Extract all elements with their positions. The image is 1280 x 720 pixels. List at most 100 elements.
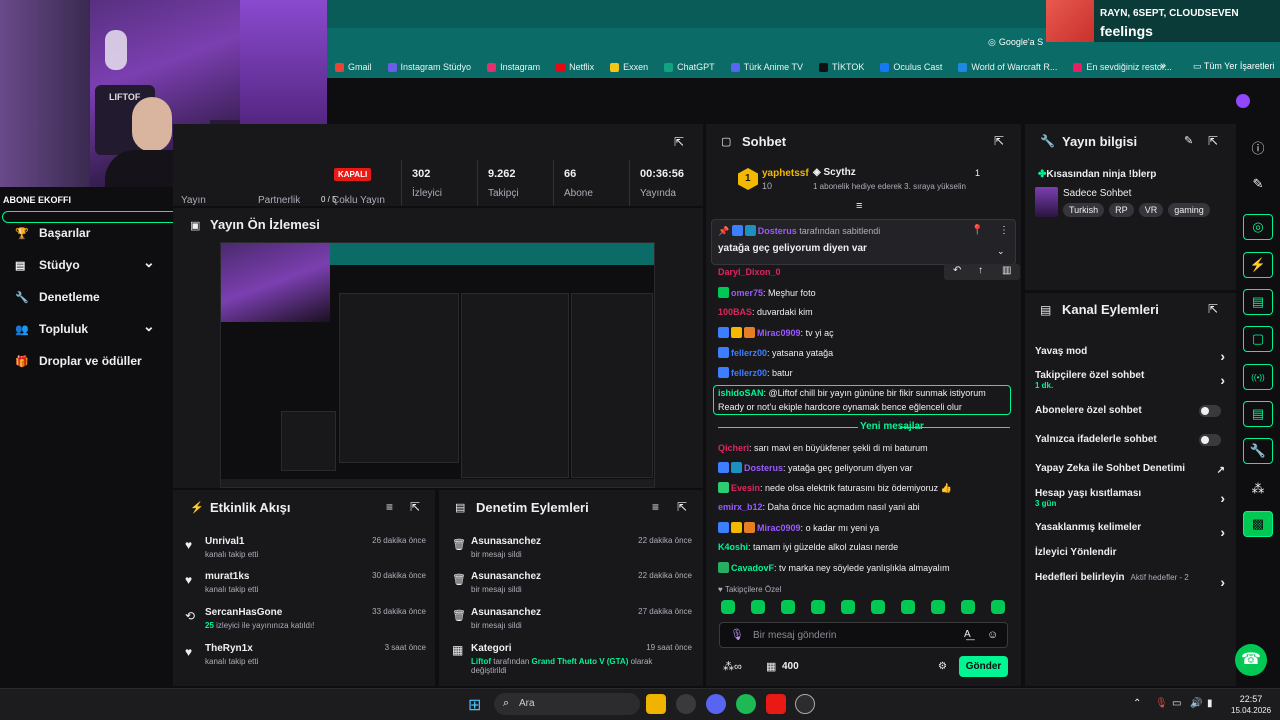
nav-item-1[interactable]: ▤ Stüdyo ⌄ <box>15 254 165 272</box>
emote-icon[interactable] <box>841 600 855 614</box>
emote-icon[interactable] <box>811 600 825 614</box>
chat-message[interactable]: Evesin: nede olsa elektrik faturasını bi… <box>718 482 952 494</box>
tag[interactable]: gaming <box>1168 203 1210 217</box>
taskbar-search[interactable] <box>494 693 640 715</box>
chat-message[interactable]: Mirac0909: tv yi aç <box>718 327 834 338</box>
translate-icon[interactable]: A͟ <box>964 629 971 640</box>
send-button[interactable]: Gönder <box>959 656 1008 677</box>
undo-icon[interactable]: ↶ <box>953 265 961 276</box>
chat-message[interactable]: omer75: Meşhur foto <box>718 287 816 298</box>
emote-icon[interactable] <box>931 600 945 614</box>
filter-icon[interactable]: ≡ <box>386 500 393 514</box>
volume-icon[interactable]: 🔊 <box>1190 698 1202 709</box>
tag[interactable]: VR <box>1138 203 1164 217</box>
moderation-item[interactable]: 🗑 Asunasanchez bir mesajı sildi 22 dakika ö… <box>452 571 692 594</box>
nav-item-4[interactable]: 🎁 Droplar ve ödüller <box>15 354 165 368</box>
google-search-chip[interactable]: ◎ Google'a S <box>988 34 1050 50</box>
activity-item[interactable]: ⟲ SercanHasGone 25 izleyici ile yayınınıza… <box>185 607 426 630</box>
bookmark-item[interactable]: Oculus Cast <box>872 62 950 72</box>
bookmark-item[interactable]: Instagram <box>479 62 548 72</box>
bookmark-item[interactable]: Gmail <box>327 62 380 72</box>
edit-icon[interactable]: ✎ <box>1243 171 1273 197</box>
chat-message[interactable]: Daryl_Dixon_0 <box>718 267 781 277</box>
bookmark-item[interactable]: Instagram Stüdyo <box>380 62 480 72</box>
layout-icon[interactable]: ▤ <box>1243 401 1273 427</box>
store-icon[interactable]: ▦ <box>766 660 776 673</box>
category-thumbnail[interactable] <box>1035 187 1058 217</box>
channel-action[interactable]: Yasaklanmış kelimeler › <box>1035 522 1225 540</box>
chat-message[interactable]: fellerz00: yatsana yatağa <box>718 347 833 358</box>
community-icon[interactable]: ⁂ <box>1243 476 1273 502</box>
emote-icon[interactable] <box>901 600 915 614</box>
bookmark-item[interactable]: Netflix <box>548 62 602 72</box>
channel-action[interactable]: Yalnızca ifadelerle sohbet <box>1035 434 1225 446</box>
preview-video[interactable] <box>220 242 655 488</box>
chat-message[interactable]: Dosterus: yatağa geç geliyorum diyen var <box>718 462 913 473</box>
top-gifter-name[interactable]: yaphetssf <box>762 168 809 179</box>
emote-icon[interactable] <box>781 600 795 614</box>
emote-icon[interactable] <box>721 600 735 614</box>
pin-icon[interactable]: 📍 <box>971 225 983 236</box>
tag[interactable]: Turkish <box>1063 203 1105 217</box>
popout-icon[interactable]: ⇱ <box>1208 302 1218 316</box>
activity-item[interactable]: ♥ Unrival1 kanalı takip etti 26 dakika önce <box>185 536 426 559</box>
more-icon[interactable]: ⋮ <box>999 225 1009 236</box>
all-bookmarks-link[interactable]: ▭ Tüm Yer İşaretleri <box>1193 61 1274 72</box>
nav-item-2[interactable]: 🔧 Denetleme <box>15 290 165 304</box>
channel-action[interactable]: Takipçilere özel sohbet 1 dk. › <box>1035 370 1225 390</box>
chat-message[interactable]: emirx_b12: Daha önce hic açmadım nasıl y… <box>718 502 920 512</box>
chat-message[interactable]: CavadovF: tv marka ney söylede yanlışlık… <box>718 562 950 573</box>
battery-icon[interactable]: ▮ <box>1207 698 1213 709</box>
emote-icon[interactable] <box>991 600 1005 614</box>
windows-start-icon[interactable]: ⊞ <box>468 695 481 715</box>
broadcast-icon[interactable]: ((•)) <box>1243 364 1273 390</box>
bookmark-item[interactable]: ChatGPT <box>656 62 723 72</box>
toggle-switch[interactable] <box>1199 405 1221 417</box>
popout-icon[interactable]: ⇱ <box>994 134 1004 148</box>
app-icon[interactable]: ▩ <box>1243 511 1273 537</box>
nav-item-3[interactable]: 👥 Topluluk ⌄ <box>15 318 165 336</box>
emote-icon[interactable] <box>751 600 765 614</box>
channel-action[interactable]: Yavaş mod › <box>1035 346 1225 364</box>
settings-icon[interactable]: ⚙ <box>938 661 947 672</box>
chat-message[interactable]: Mirac0909: o kadar mı yeni ya <box>718 522 879 533</box>
chat-message[interactable]: K4oshi: tamam iyi güzelde alkol zulası n… <box>718 542 898 552</box>
popout-icon[interactable]: ⇱ <box>1208 134 1218 148</box>
moderation-item[interactable]: 🗑 Asunasanchez bir mesajı sildi 27 dakika ö… <box>452 607 692 630</box>
moderation-item[interactable]: 🗑 Asunasanchez bir mesajı sildi 22 dakika ö… <box>452 536 692 559</box>
activity-item[interactable]: ♥ murat1ks kanalı takip etti 30 dakika önce <box>185 571 426 594</box>
chevron-down-icon[interactable]: ⌄ <box>997 246 1005 257</box>
spotify-icon[interactable] <box>736 694 756 714</box>
emoji-icon[interactable]: ☺ <box>987 629 998 641</box>
hype-user[interactable]: ◈ Scythz <box>813 167 856 178</box>
bookmark-item[interactable]: Türk Anime TV <box>723 62 811 72</box>
info-icon[interactable]: ⓘ <box>1243 134 1273 160</box>
bookmarks-overflow[interactable]: » <box>1160 60 1166 72</box>
bookmark-item[interactable]: TİKTOK <box>811 62 872 72</box>
activity-item[interactable]: ♥ TheRyn1x kanalı takip etti 3 saat önce <box>185 643 426 666</box>
discord-icon[interactable] <box>706 694 726 714</box>
chat-icon[interactable]: ▢ <box>1243 326 1273 352</box>
filter-icon[interactable]: ≡ <box>652 500 659 514</box>
channel-action[interactable]: Yapay Zeka ile Sohbet Denetimi ↗ <box>1035 463 1225 476</box>
expand-icon[interactable]: ≡ <box>856 200 862 212</box>
toggle-switch[interactable] <box>1199 434 1221 446</box>
chat-message[interactable]: fellerz00: batur <box>718 367 793 378</box>
channel-action[interactable]: İzleyici Yönlendir <box>1035 547 1225 558</box>
channel-action[interactable]: Hedefleri belirleyin Aktif hedefler - 2 › <box>1035 572 1225 590</box>
app-icon[interactable] <box>766 694 786 714</box>
bookmark-item[interactable]: Exxen <box>602 62 656 72</box>
wrench-icon[interactable]: 🔧 <box>1243 438 1273 464</box>
channel-action[interactable]: Abonelere özel sohbet <box>1035 405 1225 417</box>
bolt-icon[interactable]: ⚡ <box>1243 252 1273 278</box>
infinity-icon[interactable]: ⁂∞ <box>723 660 742 673</box>
file-explorer-icon[interactable] <box>646 694 666 714</box>
popout-icon[interactable]: ⇱ <box>677 500 687 514</box>
channel-action[interactable]: Hesap yaşı kısıtlaması 3 gün › <box>1035 488 1225 508</box>
mic-icon[interactable]: 🎙 <box>730 628 744 641</box>
tag[interactable]: RP <box>1109 203 1134 217</box>
chat-message[interactable]: 100BAS: duvardaki kim <box>718 307 813 317</box>
popout-icon[interactable]: ⇱ <box>410 500 420 514</box>
up-icon[interactable]: ↑ <box>978 265 983 276</box>
chat-message[interactable]: Qicheri: sarı mavi en büyükfener şekli d… <box>718 443 928 453</box>
